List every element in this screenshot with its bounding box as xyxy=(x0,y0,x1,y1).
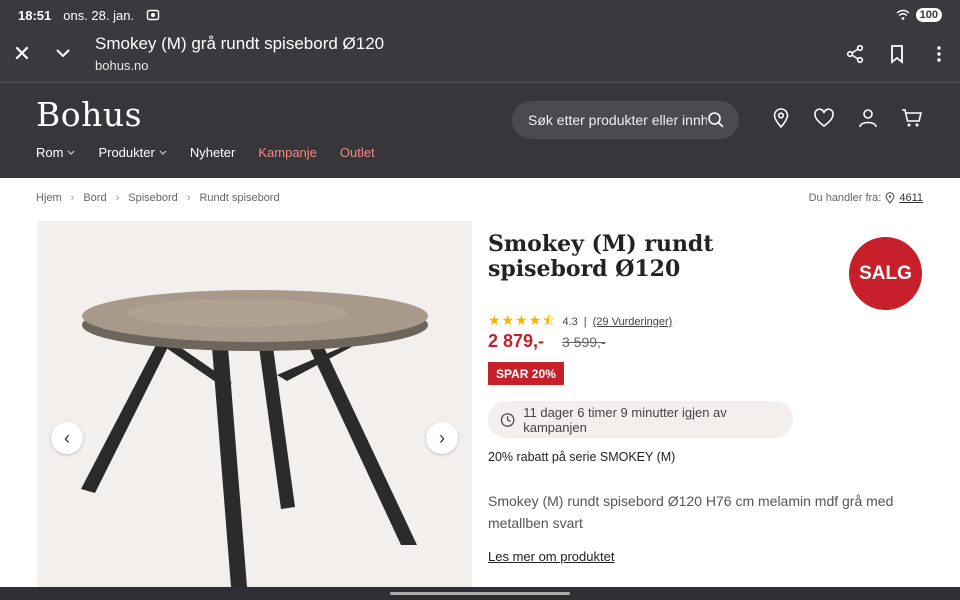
countdown-text: 11 dager 6 timer 9 minutter igjen av kam… xyxy=(523,404,727,435)
gesture-handle[interactable] xyxy=(390,592,570,595)
nav-label: Nyheter xyxy=(189,145,236,160)
savings-badge: SPAR 20% xyxy=(488,362,564,385)
reviews-link[interactable]: (29 Vurderinger) xyxy=(593,316,673,328)
search-icon[interactable] xyxy=(707,111,725,129)
nav-label: Produkter xyxy=(98,145,155,160)
rating-divider: | xyxy=(583,316,587,328)
product-title: Smokey (M) rundt spisebord Ø120 xyxy=(488,231,714,282)
breadcrumb-item-current: Rundt spisebord xyxy=(199,192,280,204)
clock: 18:51 xyxy=(18,7,52,23)
browser-toolbar: ✕ Smokey (M) grå rundt spisebord Ø120 bo… xyxy=(0,30,960,82)
store-location-icon[interactable] xyxy=(770,107,792,129)
search-input[interactable]: Søk etter produkter eller innhold xyxy=(512,101,739,139)
nav-item-outlet[interactable]: Outlet xyxy=(340,145,375,160)
sale-badge: SALG xyxy=(849,237,922,310)
chevron-right-icon: › xyxy=(439,427,445,448)
nav-label: Rom xyxy=(36,145,64,160)
main-navigation: Rom Produkter Nyheter Kampanje Outlet xyxy=(36,145,398,160)
nav-label: Kampanje xyxy=(258,145,317,160)
location-pin-icon xyxy=(885,192,895,204)
search-placeholder: Søk etter produkter eller innhold xyxy=(528,112,707,128)
browser-url[interactable]: bohus.no xyxy=(95,58,149,73)
breadcrumb-item[interactable]: Bord xyxy=(83,192,106,204)
system-status-bar: 18:51 ons. 28. jan. 100 xyxy=(0,0,960,30)
wifi-icon xyxy=(896,9,910,20)
product-image-gallery[interactable]: ‹ › xyxy=(37,221,472,587)
chevron-down-icon xyxy=(68,150,75,155)
nav-label: Outlet xyxy=(339,145,375,160)
series-discount: 20% rabatt på serie SMOKEY (M) xyxy=(488,450,676,464)
site-logo[interactable]: Bohus xyxy=(36,95,142,134)
chevron-right-icon: › xyxy=(115,192,120,204)
gallery-next-button[interactable]: › xyxy=(426,422,458,454)
breadcrumb-item[interactable]: Hjem xyxy=(36,192,62,204)
system-navigation-bar xyxy=(0,587,960,600)
screenshot-icon xyxy=(146,9,160,21)
site-header: Bohus Søk etter produkter eller innhold … xyxy=(0,83,960,178)
bookmark-icon[interactable] xyxy=(887,44,907,64)
breadcrumb-item[interactable]: Spisebord xyxy=(128,192,178,204)
product-description: Smokey (M) rundt spisebord Ø120 H76 cm m… xyxy=(488,493,894,531)
nav-item-kampanje[interactable]: Kampanje xyxy=(258,145,317,160)
product-price: 2 879,- xyxy=(488,331,545,351)
browser-page-title: Smokey (M) grå rundt spisebord Ø120 xyxy=(95,34,385,53)
user-account-icon[interactable] xyxy=(857,107,879,129)
date: ons. 28. jan. xyxy=(63,7,135,23)
close-icon[interactable]: ✕ xyxy=(12,42,32,66)
more-options-icon[interactable] xyxy=(929,44,949,64)
chevron-down-icon[interactable] xyxy=(54,44,72,62)
campaign-countdown: 11 dager 6 timer 9 minutter igjen av kam… xyxy=(488,401,793,438)
location-zip-link[interactable]: 4611 xyxy=(899,192,923,204)
battery-indicator: 100 xyxy=(915,8,942,22)
share-icon[interactable] xyxy=(845,44,865,64)
nav-item-nyheter[interactable]: Nyheter xyxy=(190,145,236,160)
chevron-right-icon: › xyxy=(186,192,191,204)
wishlist-heart-icon[interactable] xyxy=(813,107,835,129)
product-image xyxy=(81,290,428,587)
chevron-down-icon xyxy=(159,150,167,155)
breadcrumb: Hjem › Bord › Spisebord › Rundt spisebord xyxy=(36,192,280,204)
original-price: 3 599,- xyxy=(562,334,606,350)
read-more-link[interactable]: Les mer om produktet xyxy=(488,549,614,564)
location-label: Du handler fra: xyxy=(808,192,882,204)
chevron-left-icon: ‹ xyxy=(64,427,70,448)
shopping-cart-icon[interactable] xyxy=(901,107,923,129)
chevron-right-icon: › xyxy=(70,192,75,204)
rating-value: 4.3 xyxy=(562,316,578,328)
nav-item-produkter[interactable]: Produkter xyxy=(98,145,167,160)
clock-icon xyxy=(500,412,515,427)
shopping-location: Du handler fra: 4611 xyxy=(809,192,923,204)
gallery-previous-button[interactable]: ‹ xyxy=(51,422,83,454)
nav-item-rom[interactable]: Rom xyxy=(36,145,75,160)
